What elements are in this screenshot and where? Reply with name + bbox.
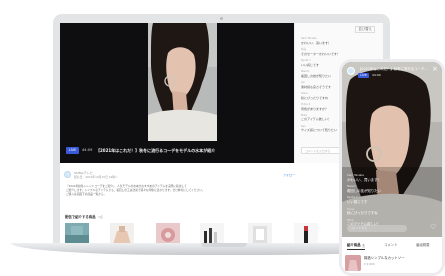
phone-chat-list: Sam Tanaka かわいい、買います！ Naomi 着回しの技が知りたい R… — [347, 173, 435, 230]
laptop-screen: LIVE 44:09 【2021年はこれだ！】秋冬に流行るコーデをモデルの水本が… — [60, 23, 383, 245]
phone-comment-input[interactable]: コメントする — [347, 225, 407, 232]
video-description: 「2021年秋冬トレンドコーデをご紹介」、人気モデルの水本がおすすめのアイテムを… — [66, 184, 290, 197]
tab-products[interactable]: 紹介商品 7 — [347, 241, 366, 250]
chat-text: いい感じです — [347, 199, 368, 204]
chat-text: かわいい、買います！ — [301, 40, 332, 45]
chat-text: 着回しの技が知りたい — [347, 188, 381, 193]
products-heading: 配信で紹介する商品 — [65, 215, 96, 219]
chat-message: ゆみ そのセーターかわいいです！ — [301, 48, 363, 56]
video-title: 【2021年はこれだ！】秋冬に流行るコーデをモデルの水本が紹介 — [96, 148, 216, 153]
camera-dot — [220, 17, 223, 20]
tab-label: コメント — [384, 243, 398, 247]
video-frame-image — [148, 23, 217, 141]
live-badge: LIVE — [66, 147, 79, 154]
product-thumbnail[interactable] — [294, 223, 318, 245]
tab-comments[interactable]: コメント — [384, 241, 398, 249]
chat-message: Sam Tanaka かわいい、買います！ — [301, 37, 363, 45]
phone-video-player[interactable]: 【2021年はこれだ！】秋冬に流行るコーデ... LIVE 44:09 × Sa… — [342, 62, 442, 237]
broadcast-date: 配信日：2021年10月15日 19時〜 — [74, 175, 118, 179]
chat-message: Ryota Y いい感じです — [347, 196, 435, 204]
chat-text: そのセーターかわいいです！ — [301, 51, 340, 56]
chat-message: Naomi 着回しの技が知りたい — [347, 185, 435, 193]
products-count: 7点 — [98, 215, 103, 219]
product-thumbnail[interactable] — [156, 223, 180, 245]
phone-live-badge: LIVE — [358, 73, 369, 78]
video-duration: 44:09 — [82, 148, 93, 152]
phone-video-time: 44:09 — [372, 73, 381, 77]
phone-video-title: 【2021年はこれだ！】秋冬に流行るコーデ... — [358, 67, 428, 71]
chat-sort-select[interactable]: 並び替え — [355, 26, 375, 33]
channel-logo[interactable] — [64, 171, 71, 178]
tab-overview[interactable]: 番組概要 — [416, 241, 430, 249]
product-thumbnail[interactable] — [200, 223, 224, 245]
phone-product-card[interactable]: 構造シンプルなカットソー ¥ 9,900 — [345, 253, 439, 273]
chat-text: 秋にぴったりですね — [347, 211, 378, 216]
tab-label: 番組概要 — [416, 243, 430, 247]
chat-text: かわいい、買います！ — [347, 177, 381, 182]
channel-avatar[interactable] — [347, 67, 355, 75]
follow-button[interactable]: フォロー — [283, 173, 295, 177]
product-price: ¥ 9,900 — [364, 262, 375, 266]
product-thumbnail[interactable] — [65, 223, 89, 245]
phone-frame: 【2021年はこれだ！】秋冬に流行るコーデ... LIVE 44:09 × Sa… — [339, 59, 445, 276]
close-icon[interactable]: × — [432, 66, 438, 73]
tab-count-badge: 7 — [361, 244, 366, 248]
chat-message: Hana 秋にぴったりですね — [347, 207, 435, 216]
phone-tab-bar: 紹介商品 7 コメント 番組概要 — [342, 241, 442, 251]
heart-icon[interactable]: ♡ — [430, 224, 436, 231]
base-notch — [200, 243, 247, 247]
product-thumbnail[interactable] — [248, 223, 272, 245]
tab-label: 紹介商品 — [347, 243, 361, 247]
description-line: ご購入は画面下の商品一覧から。 — [66, 192, 107, 197]
product-name: 構造シンプルなカットソー — [364, 256, 405, 260]
product-thumbnail[interactable] — [110, 223, 134, 245]
product-thumbnail — [345, 255, 361, 271]
chat-message: Sam Tanaka かわいい、買います！ — [347, 173, 435, 182]
video-player[interactable]: LIVE 44:09 【2021年はこれだ！】秋冬に流行るコーデをモデルの水本が… — [60, 23, 294, 163]
